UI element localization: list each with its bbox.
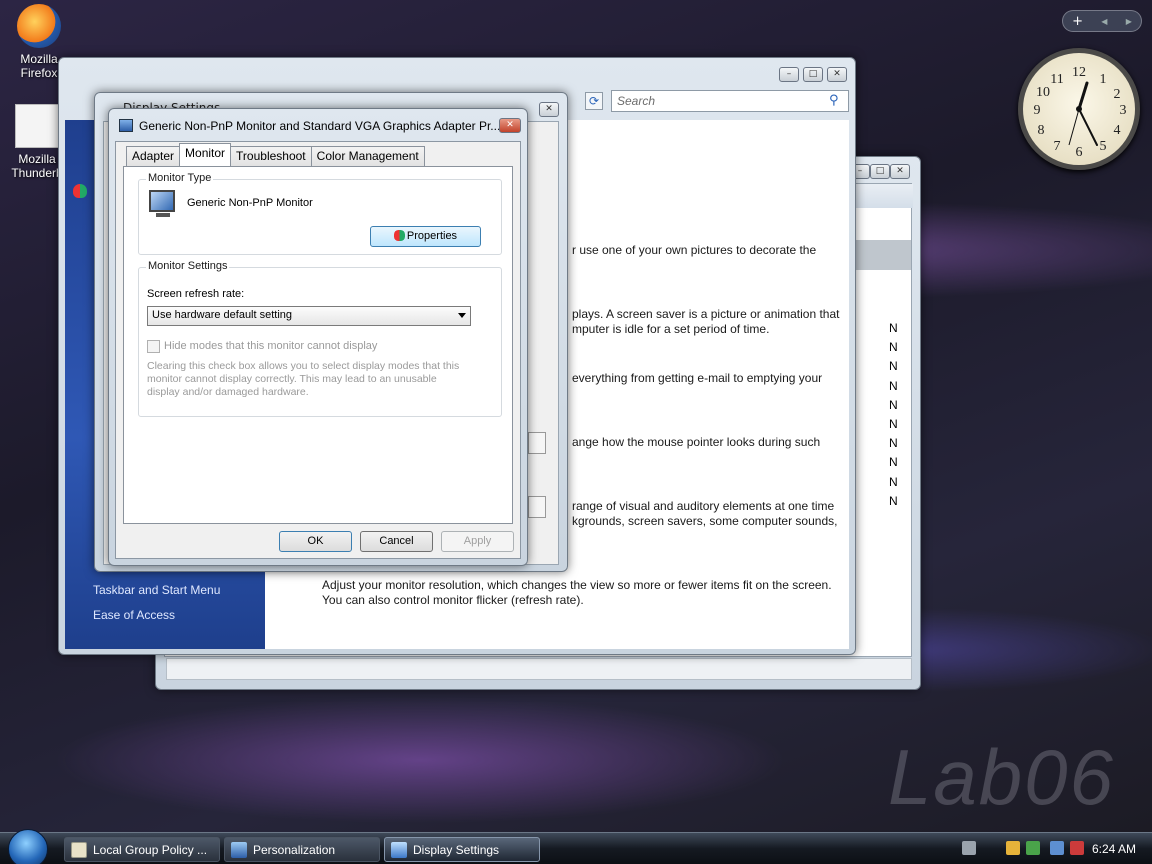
hide-modes-label: Hide modes that this monitor cannot disp… bbox=[164, 340, 378, 352]
system-tray: 6:24 AM bbox=[952, 833, 1152, 864]
properties-label: Properties bbox=[406, 230, 458, 242]
taskbar-button-label: Display Settings bbox=[413, 843, 500, 857]
search-input[interactable]: Search bbox=[611, 90, 849, 112]
dialog-title: Generic Non-PnP Monitor and Standard VGA… bbox=[139, 119, 501, 133]
uac-shield-icon bbox=[393, 230, 405, 241]
desc-text: everything from getting e-mail to emptyi… bbox=[572, 371, 823, 385]
minimize-button[interactable]: – bbox=[779, 67, 799, 82]
start-button[interactable] bbox=[8, 829, 48, 864]
help-text: Clearing this check box allows you to se… bbox=[147, 360, 459, 399]
help-line: Clearing this check box allows you to se… bbox=[147, 360, 460, 372]
desc-text: r use one of your own pictures to decora… bbox=[572, 243, 817, 257]
display-icon bbox=[119, 119, 133, 132]
group-label: Monitor Settings bbox=[146, 260, 230, 272]
taskbar-button-display-settings[interactable]: Display Settings bbox=[384, 837, 540, 862]
taskbar-button-personalization[interactable]: Personalization bbox=[224, 837, 380, 862]
desc-text: plays. A screen saver is a picture or an… bbox=[572, 307, 840, 321]
refresh-rate-value: Use hardware default setting bbox=[152, 309, 293, 321]
gadget-toolbar: + ◀ ▶ bbox=[1062, 10, 1142, 32]
taskbar: Local Group Policy ... Personalization D… bbox=[0, 829, 1152, 864]
display-icon bbox=[391, 842, 407, 858]
volume-muted-icon[interactable] bbox=[1070, 841, 1084, 855]
dialog-body: Adapter Monitor Troubleshoot Color Manag… bbox=[115, 141, 521, 559]
desc-text: mputer is idle for a set period of time. bbox=[572, 322, 770, 336]
tab-panel-monitor: Monitor Type Generic Non-PnP Monitor Pro… bbox=[123, 166, 513, 524]
help-line: monitor cannot display correctly. This m… bbox=[147, 373, 437, 385]
table-cell: N bbox=[889, 378, 898, 393]
table-cell: N bbox=[889, 340, 898, 355]
policy-icon bbox=[71, 842, 87, 858]
ok-button[interactable]: OK bbox=[279, 531, 352, 552]
maximize-button[interactable]: □ bbox=[870, 164, 890, 179]
monitor-name: Generic Non-PnP Monitor bbox=[187, 197, 313, 209]
close-button[interactable]: ✕ bbox=[890, 164, 910, 179]
tab-color-management[interactable]: Color Management bbox=[310, 146, 425, 166]
monitor-icon bbox=[149, 190, 175, 212]
monitor-stand bbox=[156, 213, 170, 217]
desc-text: ange how the mouse pointer looks during … bbox=[572, 435, 821, 449]
table-cell: N bbox=[889, 359, 898, 374]
properties-button[interactable]: Properties bbox=[370, 226, 481, 247]
security-alert-icon[interactable] bbox=[1006, 841, 1020, 855]
refresh-rate-select[interactable]: Use hardware default setting bbox=[147, 306, 471, 326]
left-link-ease-of-access[interactable]: Ease of Access bbox=[93, 608, 175, 622]
taskbar-button-label: Local Group Policy ... bbox=[93, 843, 208, 857]
next-gadget-button[interactable]: ▶ bbox=[1126, 17, 1132, 26]
apply-button[interactable]: Apply bbox=[441, 531, 514, 552]
table-cell: N bbox=[889, 493, 898, 508]
table-cell: N bbox=[889, 321, 898, 335]
cancel-button[interactable]: Cancel bbox=[360, 531, 433, 552]
table-cell: N bbox=[889, 397, 898, 412]
tab-adapter[interactable]: Adapter bbox=[126, 146, 181, 166]
personalization-icon bbox=[231, 842, 247, 858]
close-button[interactable]: ✕ bbox=[539, 102, 559, 117]
desc-text: You can also control monitor flicker (re… bbox=[322, 593, 584, 607]
search-icon[interactable]: ⚲ bbox=[829, 93, 839, 108]
clock-gadget[interactable]: 12 1 2 3 4 5 6 7 8 9 10 11 bbox=[1018, 48, 1140, 170]
firefox-icon bbox=[17, 4, 61, 48]
maximize-button[interactable]: □ bbox=[803, 67, 823, 82]
taskbar-button-label: Personalization bbox=[253, 843, 336, 857]
column-header bbox=[855, 240, 911, 270]
refresh-icon[interactable]: ⟳ bbox=[585, 92, 603, 110]
keyboard-icon[interactable] bbox=[962, 841, 976, 855]
refresh-rate-label: Screen refresh rate: bbox=[147, 288, 245, 300]
tab-monitor[interactable]: Monitor bbox=[179, 143, 232, 166]
hide-modes-checkbox[interactable] bbox=[147, 340, 160, 353]
monitor-settings-group: Monitor Settings Screen refresh rate: Us… bbox=[138, 260, 502, 417]
add-gadget-button[interactable]: + bbox=[1072, 14, 1083, 29]
desc-text: range of visual and auditory elements at… bbox=[572, 499, 835, 513]
monitor-type-group: Monitor Type Generic Non-PnP Monitor Pro… bbox=[138, 172, 502, 255]
taskbar-clock[interactable]: 6:24 AM bbox=[1092, 842, 1136, 856]
table-cell: N bbox=[889, 474, 898, 489]
network-icon[interactable] bbox=[1050, 841, 1064, 855]
table-cell: N bbox=[889, 455, 898, 470]
desc-text: kgrounds, screen savers, some computer s… bbox=[572, 514, 838, 528]
tab-strip: Adapter Monitor Troubleshoot Color Manag… bbox=[126, 143, 425, 166]
table-cell: N bbox=[889, 417, 898, 432]
status-bar bbox=[166, 658, 912, 680]
left-link-taskbar[interactable]: Taskbar and Start Menu bbox=[93, 583, 220, 597]
chevron-down-icon bbox=[458, 313, 466, 318]
windows-defender-icon[interactable] bbox=[1026, 841, 1040, 855]
button-edge[interactable] bbox=[528, 496, 546, 518]
taskbar-button-group-policy[interactable]: Local Group Policy ... bbox=[64, 837, 220, 862]
watermark-text: Lab06 bbox=[888, 733, 1115, 821]
close-button[interactable]: ✕ bbox=[499, 118, 521, 133]
column-letters: N N N N N N N N N N bbox=[889, 319, 898, 511]
monitor-properties-dialog[interactable]: Generic Non-PnP Monitor and Standard VGA… bbox=[108, 108, 528, 566]
dropdown-button[interactable] bbox=[528, 432, 546, 454]
shield-icon bbox=[73, 184, 87, 198]
close-button[interactable]: ✕ bbox=[827, 67, 847, 82]
table-cell: N bbox=[889, 436, 898, 451]
help-line: display and/or damaged hardware. bbox=[147, 386, 309, 398]
desc-text: Adjust your monitor resolution, which ch… bbox=[322, 578, 832, 592]
tab-troubleshoot[interactable]: Troubleshoot bbox=[230, 146, 312, 166]
clock-hands bbox=[1068, 81, 1098, 146]
document-icon bbox=[15, 104, 59, 148]
prev-gadget-button[interactable]: ◀ bbox=[1101, 17, 1107, 26]
group-label: Monitor Type bbox=[146, 172, 214, 184]
